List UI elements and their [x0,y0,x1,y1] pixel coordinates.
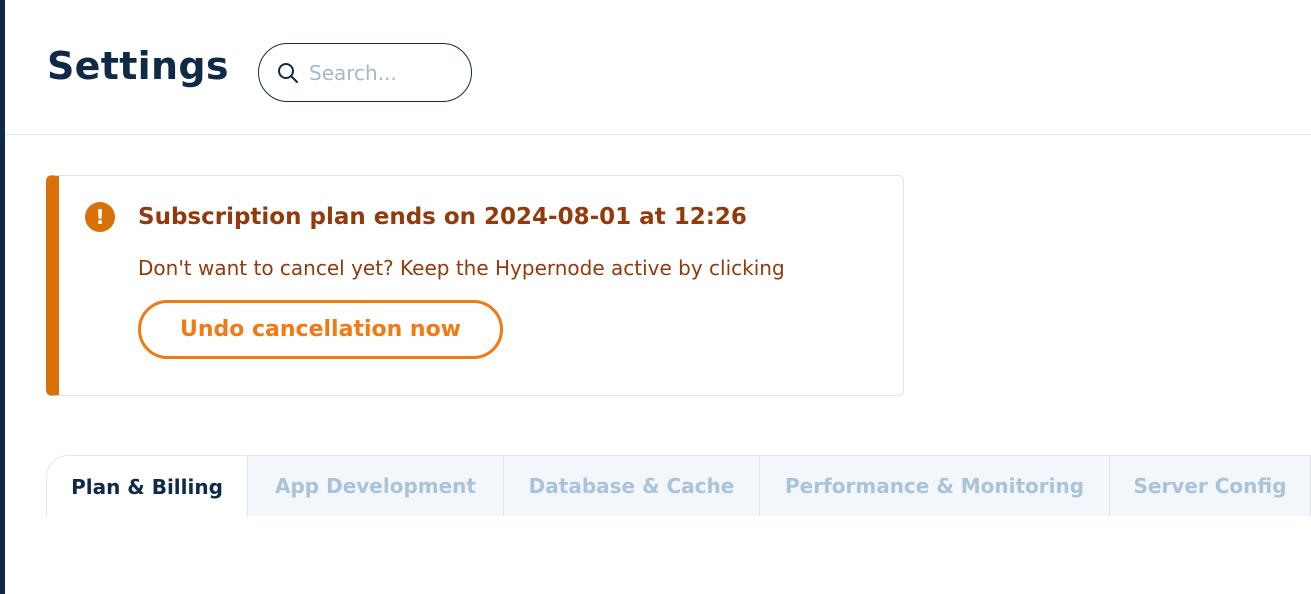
alert-message: Don't want to cancel yet? Keep the Hyper… [138,256,785,280]
search-box[interactable] [258,43,472,102]
tab-app-development[interactable]: App Development [248,455,504,516]
settings-tabs: Plan & Billing App Development Database … [46,455,1311,517]
settings-page: Settings ! Subscription plan ends on 202… [0,0,1311,594]
page-title: Settings [47,44,229,88]
tab-server-config[interactable]: Server Config [1110,455,1311,516]
tab-database-cache[interactable]: Database & Cache [504,455,760,516]
search-icon [277,62,299,84]
exclamation-icon: ! [85,202,115,232]
subscription-alert: ! Subscription plan ends on 2024-08-01 a… [46,175,904,396]
tab-performance-monitoring[interactable]: Performance & Monitoring [760,455,1110,516]
undo-cancellation-button[interactable]: Undo cancellation now [138,300,503,359]
tab-plan-billing[interactable]: Plan & Billing [46,455,248,517]
settings-header: Settings [5,0,1311,135]
alert-title: Subscription plan ends on 2024-08-01 at … [138,204,747,230]
search-input[interactable] [309,60,459,85]
